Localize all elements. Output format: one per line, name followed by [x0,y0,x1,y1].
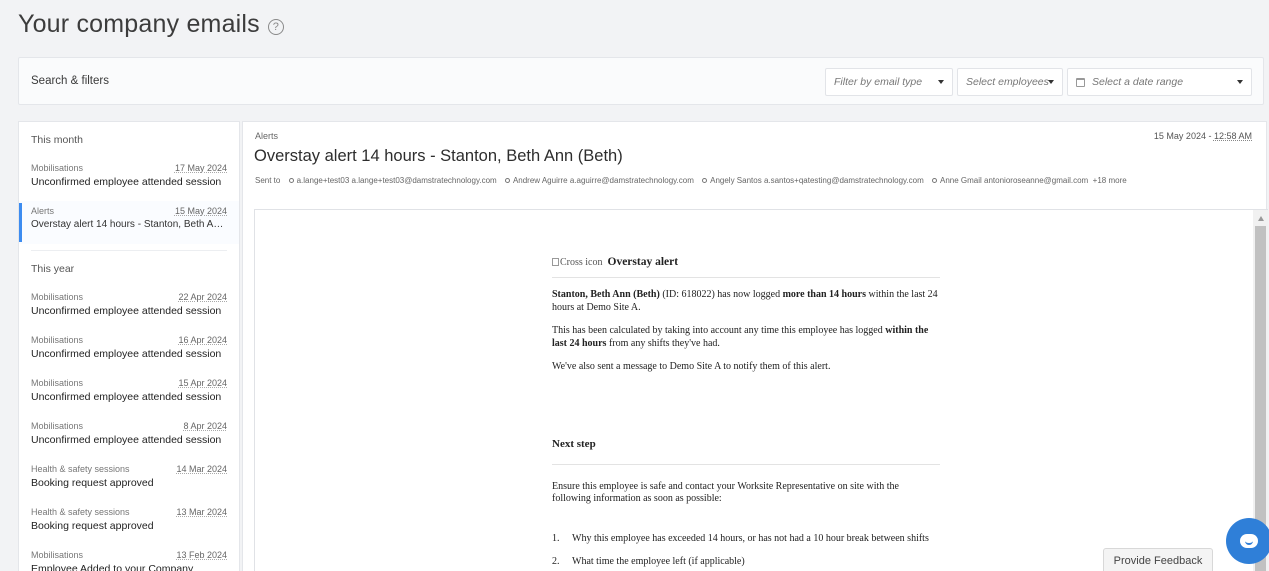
item-title: Booking request approved [31,520,154,532]
next-step-heading: Next step [552,438,940,465]
list-item-selected[interactable]: Alerts 15 May 2024 Overstay alert 14 hou… [19,201,239,244]
email-detail: Alerts 15 May 2024 - 12:58 AM Overstay a… [242,121,1268,571]
recipient: Anne Gmail antonioroseanne@gmail.com [940,176,1089,185]
email-type-filter[interactable]: Filter by email type [825,68,953,96]
item-title: Unconfirmed employee attended session [31,434,222,446]
email-paragraph: We've also sent a message to Demo Site A… [552,361,831,372]
item-date: 16 Apr 2024 [178,335,227,345]
email-header: Cross icon Overstay alert [552,256,940,278]
step-text: What time the employee left (if applicab… [572,555,745,567]
text: from any shifts they've had. [606,337,720,349]
page-title-text: Your company emails [18,10,260,38]
email-paragraph: Stanton, Beth Ann (Beth) (ID: 618022) ha… [552,289,940,314]
item-title: Unconfirmed employee attended session [31,176,222,188]
scrollbar[interactable] [1253,210,1268,571]
sent-to-recipients: Sent to a.lange+test03 a.lange+test03@da… [255,176,1127,185]
chevron-down-icon [1048,80,1054,84]
step-item: 2. What time the employee left (if applic… [552,556,940,568]
recipient-dot-icon [504,178,510,184]
recipient-dot-icon [932,178,938,184]
detail-date-text: 15 May 2024 - [1153,131,1214,141]
steps-list: 1. Why this employee has exceeded 14 hour… [552,533,940,568]
section-header-this-month: This month [31,134,83,146]
email-type-placeholder: Filter by email type [834,76,923,88]
recipient: Andrew Aguirre a.aguirre@damstratechnolo… [512,176,694,185]
date-range-select[interactable]: Select a date range [1067,68,1252,96]
email-paragraph: Ensure this employee is safe and contact… [552,480,899,505]
chat-bubble-icon [1240,534,1258,548]
page-title: Your company emails ? [18,10,284,39]
text: This has been calculated by taking into … [552,325,886,336]
item-title: Unconfirmed employee attended session [31,391,222,403]
item-category: Health & safety sessions [31,464,130,474]
date-range-placeholder: Select a date range [1092,76,1184,88]
list-item[interactable]: Mobilisations 15 Apr 2024 Unconfirmed em… [19,373,239,416]
item-category: Mobilisations [31,421,84,431]
calendar-icon [1076,77,1085,87]
email-list: This month Mobilisations 17 May 2024 Unc… [18,121,240,571]
step-number: 1. [552,532,560,544]
item-category: Mobilisations [31,335,84,345]
item-date: 22 Apr 2024 [178,292,227,302]
detail-date: 15 May 2024 - 12:58 AM [1154,131,1252,141]
item-category: Mobilisations [31,292,84,302]
recipient: Angely Santos a.santos+qatesting@damstra… [710,176,924,185]
cross-icon: Cross icon [552,257,603,268]
list-item[interactable]: Mobilisations 13 Feb 2024 Employee Added… [19,545,239,571]
chat-button[interactable] [1226,518,1269,564]
recipient-dot-icon [702,178,708,184]
item-category: Alerts [31,206,55,216]
item-date: 8 Apr 2024 [183,421,227,431]
text-bold: more than 14 hours [782,289,867,300]
item-title: Unconfirmed employee attended session [31,305,222,317]
item-category: Mobilisations [31,550,84,560]
list-item[interactable]: Mobilisations 16 Apr 2024 Unconfirmed em… [19,330,239,373]
more-recipients-link[interactable]: +18 more [1093,176,1127,185]
list-item[interactable]: Mobilisations 8 Apr 2024 Unconfirmed emp… [19,416,239,459]
step-item: 1. Why this employee has exceeded 14 hour… [552,533,940,545]
item-category: Mobilisations [31,163,84,173]
item-category: Mobilisations [31,378,84,388]
item-date: 14 Mar 2024 [176,464,227,474]
chevron-down-icon [1237,80,1243,84]
list-item[interactable]: Mobilisations 17 May 2024 Unconfirmed em… [19,158,239,201]
item-date: 15 May 2024 [174,206,227,216]
employees-placeholder: Select employees [966,76,1049,88]
item-title: Unconfirmed employee attended session [31,348,222,360]
item-date: 13 Feb 2024 [176,550,227,560]
scroll-up-arrow-icon[interactable] [1258,216,1264,221]
item-category: Health & safety sessions [31,507,130,517]
help-icon[interactable]: ? [267,18,284,35]
list-item[interactable]: Health & safety sessions 13 Mar 2024 Boo… [19,502,239,545]
detail-category: Alerts [255,131,279,141]
email-heading: Overstay alert [607,256,679,268]
list-item[interactable]: Mobilisations 22 Apr 2024 Unconfirmed em… [19,287,239,330]
detail-time: 12:58 AM [1213,131,1252,141]
step-number: 2. [552,555,560,567]
chevron-down-icon [938,80,944,84]
provide-feedback-button[interactable]: Provide Feedback [1103,548,1213,571]
sent-to-label: Sent to [255,176,281,185]
step-text: Why this employee has exceeded 14 hours,… [572,532,929,544]
item-title: Employee Added to your Company [31,563,194,571]
detail-title: Overstay alert 14 hours - Stanton, Beth … [254,147,623,165]
list-item[interactable]: Health & safety sessions 14 Mar 2024 Boo… [19,459,239,502]
text: (ID: 618022) has now logged [659,289,783,300]
item-title: Booking request approved [31,477,154,489]
item-date: 17 May 2024 [174,163,227,173]
search-filters-label[interactable]: Search & filters [31,75,109,87]
email-preview-frame[interactable]: Cross icon Overstay alert Stanton, Beth … [254,209,1268,571]
section-header-this-year: This year [31,263,75,275]
item-date: 15 Apr 2024 [178,378,227,388]
recipient-dot-icon [288,178,294,184]
item-date: 13 Mar 2024 [176,507,227,517]
email-body: Cross icon Overstay alert Stanton, Beth … [552,256,940,568]
email-paragraph: This has been calculated by taking into … [552,325,940,350]
item-title: Overstay alert 14 hours - Stanton, Beth … [31,219,227,230]
employee-name: Stanton, Beth Ann (Beth) [552,289,660,300]
employees-select[interactable]: Select employees [957,68,1063,96]
search-filters-bar: Search & filters Filter by email type Se… [18,57,1264,105]
recipient: a.lange+test03 a.lange+test03@damstratec… [296,176,497,185]
